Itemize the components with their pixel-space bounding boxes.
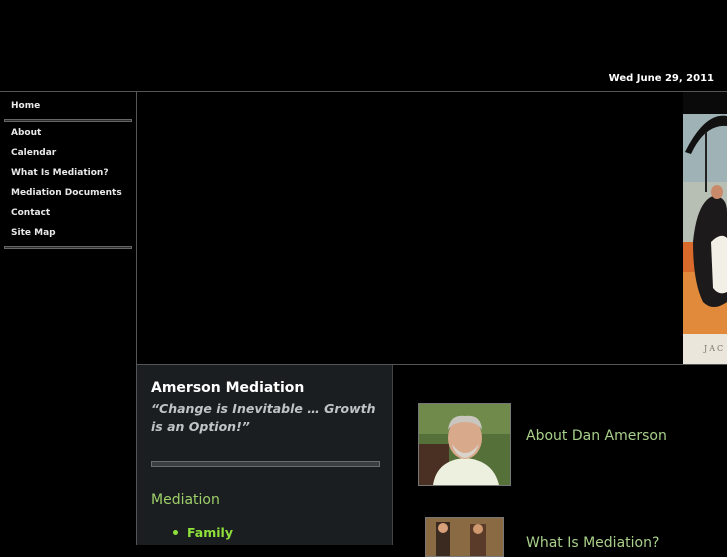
nav-what-is-mediation[interactable]: What Is Mediation? bbox=[11, 168, 109, 178]
panel-divider bbox=[151, 461, 380, 467]
sidebar-nav: Home About Calendar What Is Mediation? M… bbox=[0, 92, 137, 545]
painting-caption: JAC bbox=[703, 344, 725, 353]
nav-site-map[interactable]: Site Map bbox=[11, 228, 56, 238]
nav-about[interactable]: About bbox=[11, 128, 41, 138]
what-is-mediation-thumbnail[interactable] bbox=[425, 517, 504, 557]
nav-home[interactable]: Home bbox=[11, 101, 40, 111]
nav-separator bbox=[4, 246, 132, 249]
section-heading-mediation: Mediation bbox=[151, 492, 220, 508]
painting-image: JAC bbox=[683, 92, 727, 364]
nav-contact[interactable]: Contact bbox=[11, 208, 50, 218]
dan-amerson-photo[interactable] bbox=[418, 403, 511, 486]
thumbnail-image bbox=[426, 518, 503, 556]
nav-calendar[interactable]: Calendar bbox=[11, 148, 56, 158]
current-date: Wed June 29, 2011 bbox=[608, 73, 714, 84]
banner-painting: JAC bbox=[683, 92, 727, 364]
list-item-family[interactable]: Family bbox=[187, 525, 233, 540]
nav-mediation-documents[interactable]: Mediation Documents bbox=[11, 188, 122, 198]
site-tagline: “Change is Inevitable … Growth is an Opt… bbox=[151, 401, 376, 434]
about-dan-amerson-link[interactable]: About Dan Amerson bbox=[526, 428, 667, 444]
nav-separator bbox=[4, 119, 132, 122]
portrait-image bbox=[419, 404, 510, 485]
banner-area bbox=[137, 92, 727, 364]
what-is-mediation-link[interactable]: What Is Mediation? bbox=[526, 535, 659, 551]
bullet-icon bbox=[173, 530, 178, 535]
site-title: Amerson Mediation bbox=[151, 380, 305, 396]
